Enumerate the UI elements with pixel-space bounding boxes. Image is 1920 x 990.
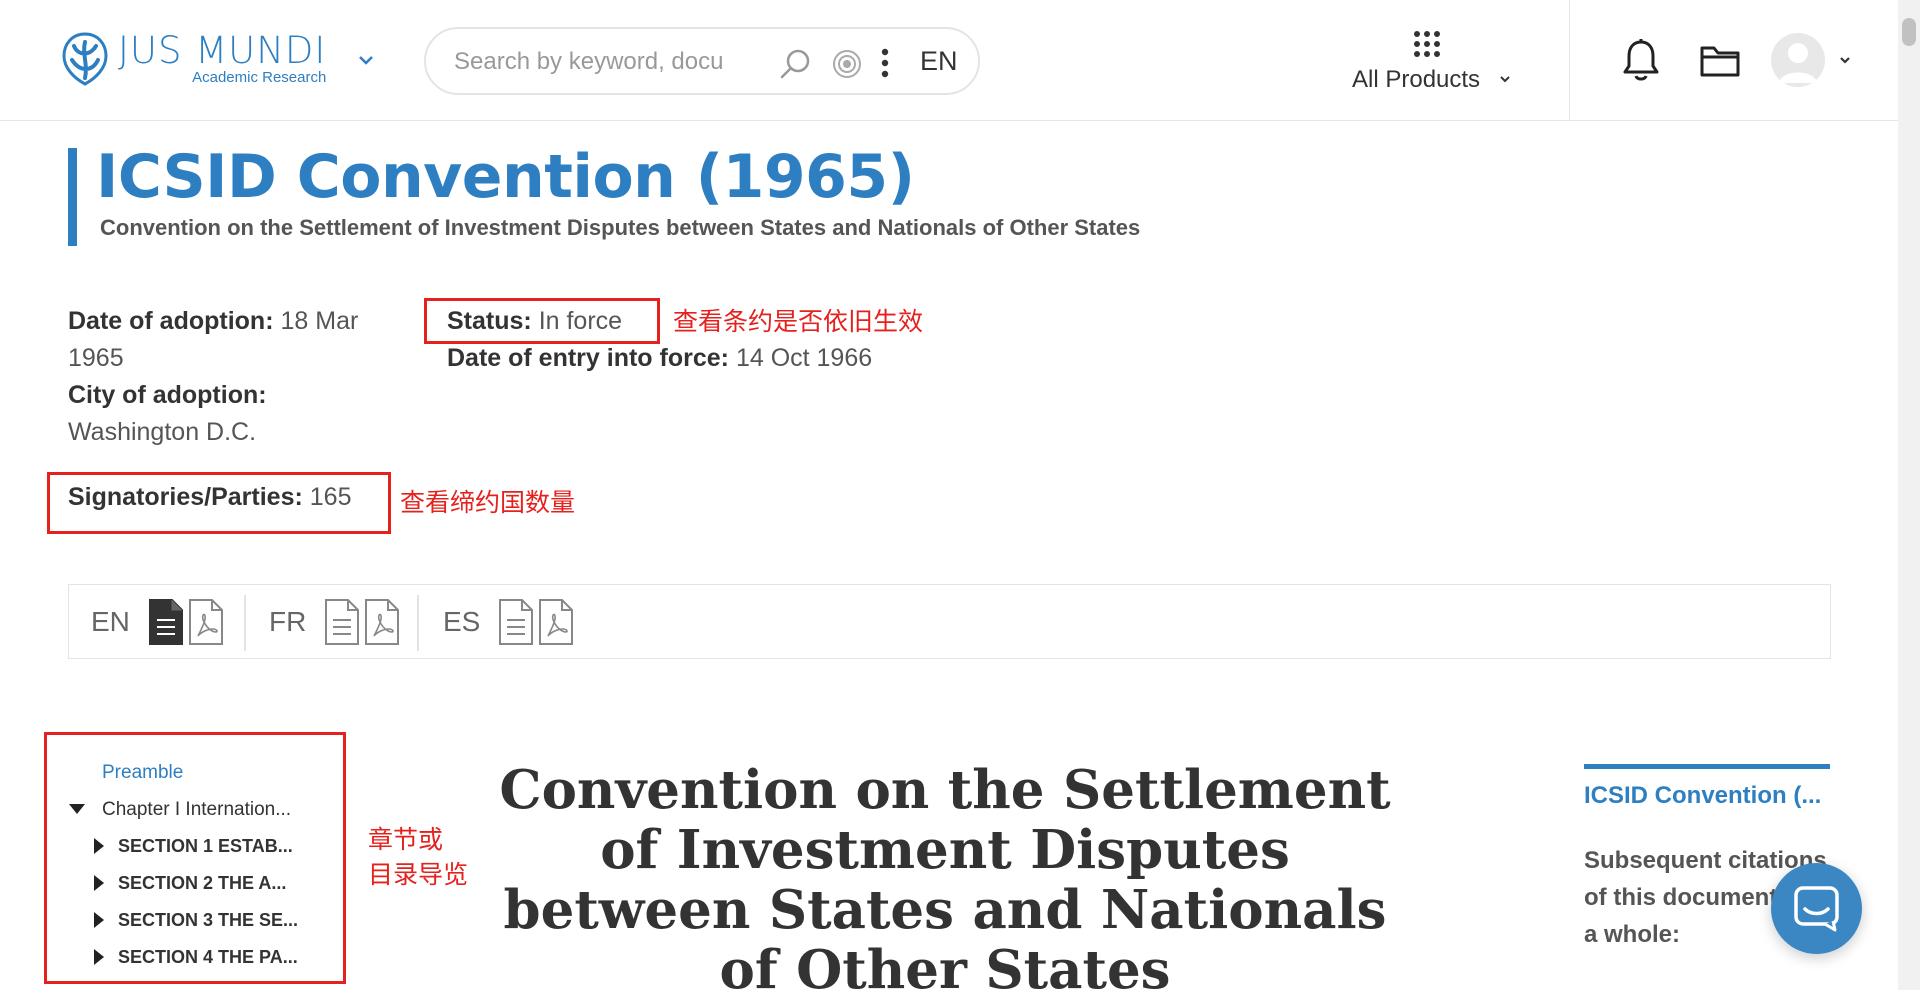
- search-bar: EN: [424, 27, 980, 95]
- date-of-entry-into-force: Date of entry into force: 14 Oct 1966: [447, 340, 947, 377]
- status-annotation-box: [424, 298, 660, 344]
- parties-annotation-box: [47, 472, 391, 534]
- title-accent-bar: [68, 148, 77, 246]
- document-language-bar: EN FR ES: [68, 584, 1831, 659]
- city-of-adoption-value: Washington D.C.: [68, 418, 257, 446]
- top-navbar: JUS MUNDI Academic Research EN All: [0, 0, 1898, 121]
- doc-group-fr: FR: [269, 597, 404, 647]
- logo-subtitle: Academic Research: [192, 69, 327, 86]
- user-avatar[interactable]: [1771, 33, 1825, 87]
- search-input[interactable]: [454, 45, 764, 79]
- pdf-icon[interactable]: [188, 598, 224, 646]
- document-heading: Convention on the Settlement of Investme…: [499, 759, 1391, 990]
- chevron-down-icon[interactable]: [1837, 52, 1853, 68]
- more-options-icon[interactable]: [880, 47, 890, 79]
- page-subtitle: Convention on the Settlement of Investme…: [100, 215, 1141, 240]
- page-scrollbar[interactable]: [1898, 0, 1920, 990]
- metadata-adoption: Date of adoption: 18 Mar 1965 City of ad…: [68, 303, 398, 451]
- jus-mundi-logo[interactable]: JUS MUNDI Academic Research: [62, 32, 326, 86]
- pdf-icon[interactable]: [364, 598, 400, 646]
- date-of-entry-value: 14 Oct 1966: [735, 344, 873, 372]
- parties-annotation-text: 查看缔约国数量: [400, 488, 576, 517]
- bell-icon[interactable]: [1621, 38, 1661, 82]
- semantic-search-icon[interactable]: [832, 49, 862, 79]
- all-products-label: All Products: [1352, 66, 1481, 93]
- user-silhouette-icon: [1779, 43, 1817, 83]
- page-title: ICSID Convention (1965): [96, 142, 915, 212]
- doc-separator: [417, 595, 419, 651]
- side-panel-title[interactable]: ICSID Convention (...: [1584, 782, 1830, 810]
- city-of-adoption-label: City of adoption:: [68, 381, 267, 409]
- doc-group-en: EN: [91, 597, 228, 647]
- doc-group-es: ES: [443, 597, 578, 647]
- date-of-adoption-label: Date of adoption:: [68, 307, 274, 335]
- doc-lang-en: EN: [91, 606, 130, 637]
- logo-name: JUS MUNDI: [118, 29, 327, 72]
- pdf-icon[interactable]: [538, 598, 574, 646]
- text-document-icon[interactable]: [148, 598, 184, 646]
- city-of-adoption: City of adoption: Washington D.C.: [68, 377, 398, 451]
- chevron-down-icon[interactable]: [356, 50, 376, 70]
- doc-separator: [244, 595, 246, 651]
- chat-button[interactable]: [1771, 863, 1862, 954]
- scrollbar-thumb[interactable]: [1902, 18, 1916, 46]
- chat-icon: [1794, 886, 1839, 932]
- jus-mundi-logo-mark-icon: [62, 32, 108, 86]
- logo-text: JUS MUNDI Academic Research: [118, 32, 326, 86]
- apps-grid-icon: [1414, 31, 1440, 57]
- text-document-icon[interactable]: [498, 598, 534, 646]
- doc-lang-fr: FR: [269, 606, 307, 637]
- toc-annotation-line-2: 目录导览: [368, 860, 469, 889]
- date-of-entry-label: Date of entry into force:: [447, 344, 729, 372]
- header-divider: [1569, 0, 1570, 120]
- toc-annotation-line-1: 章节或: [368, 825, 444, 854]
- language-selector[interactable]: EN: [920, 46, 958, 77]
- date-of-adoption: Date of adoption: 18 Mar 1965: [68, 303, 398, 377]
- toc-annotation-box: [44, 732, 346, 984]
- side-panel-accent-bar: [1584, 764, 1830, 769]
- text-document-icon[interactable]: [324, 598, 360, 646]
- status-annotation-text: 查看条约是否依旧生效: [673, 307, 924, 336]
- chevron-down-icon: [1500, 76, 1510, 83]
- search-icon[interactable]: [778, 47, 812, 81]
- doc-lang-es: ES: [443, 606, 481, 637]
- folder-icon[interactable]: [1699, 44, 1741, 78]
- all-products-menu[interactable]: All Products: [1346, 26, 1526, 96]
